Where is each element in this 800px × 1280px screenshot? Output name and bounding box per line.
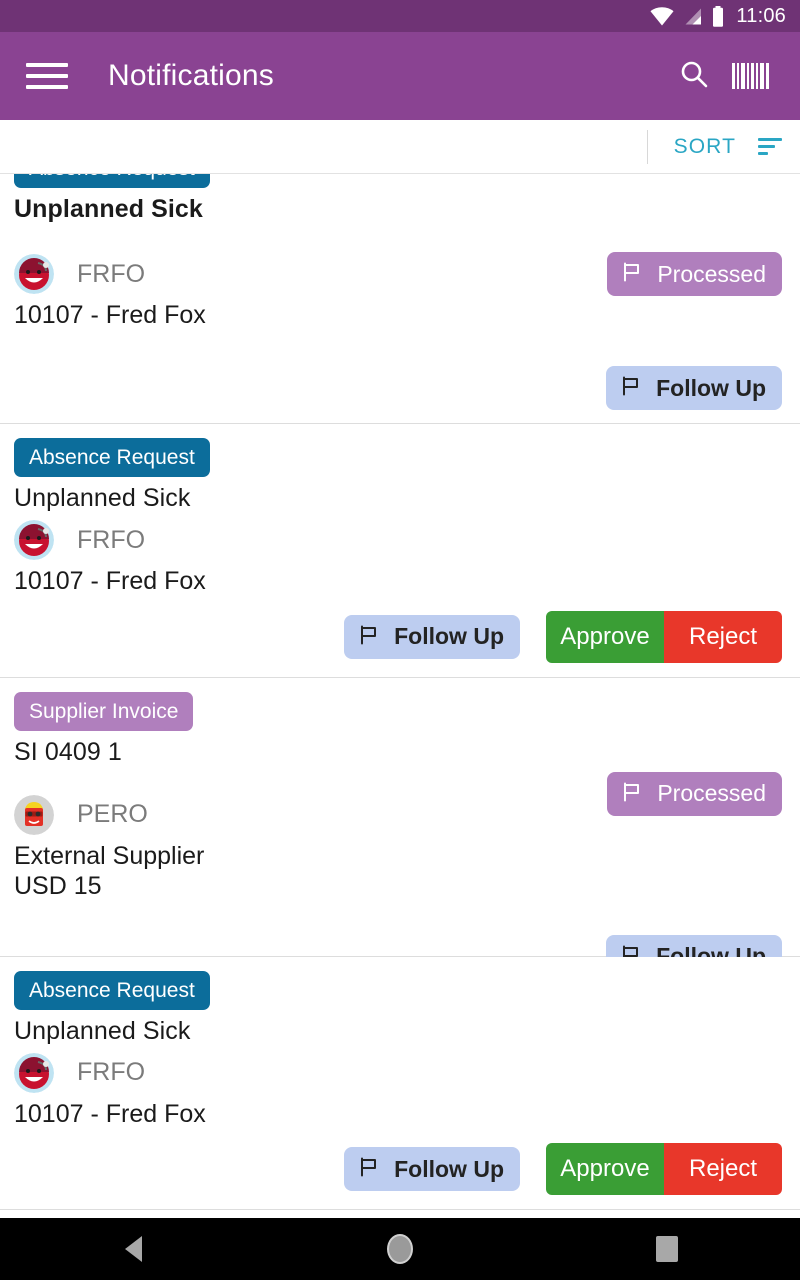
card-subtitle: 10107 - Fred Fox — [14, 1099, 206, 1128]
avatar-frfo — [14, 520, 54, 560]
approve-reject-group: Approve Reject — [546, 1143, 782, 1195]
status-bar-clock: 11:06 — [736, 4, 786, 27]
recents-icon — [655, 1236, 678, 1262]
home-icon — [386, 1234, 413, 1264]
divider — [646, 129, 648, 164]
card-subtitle: 10107 - Fred Fox — [14, 567, 206, 595]
card-title: SI 0409 1 — [14, 737, 122, 766]
sort-icon[interactable] — [758, 138, 782, 155]
flag-icon — [360, 1157, 382, 1181]
follow-up-label: Follow Up — [394, 623, 504, 649]
approve-button[interactable]: Approve — [546, 610, 664, 663]
status-badge: Absence Request — [14, 970, 210, 1010]
person-code: FRFO — [77, 525, 146, 554]
avatar-pero — [14, 794, 54, 835]
card-person: FRFO — [14, 520, 784, 560]
reject-button[interactable]: Reject — [664, 1143, 782, 1195]
status-badge: Supplier Invoice — [14, 691, 194, 731]
processed-label: Processed — [657, 260, 766, 287]
sort-bar: SORT — [0, 120, 800, 174]
notification-list[interactable]: Absence Request Unplanned Sick Processed — [0, 174, 800, 1210]
follow-up-label: Follow Up — [656, 374, 766, 401]
barcode-scan-icon — [731, 63, 769, 89]
card-title: Unplanned Sick — [14, 195, 203, 223]
notification-card[interactable]: Supplier Invoice SI 0409 1 Processed PER… — [0, 677, 800, 979]
recents-button[interactable] — [607, 1236, 727, 1262]
card-person: FRFO — [14, 1052, 784, 1093]
back-icon — [124, 1236, 142, 1262]
avatar-frfo — [14, 1052, 54, 1093]
processed-label: Processed — [657, 780, 766, 806]
notification-card[interactable]: Absence Request Unplanned Sick FRFO 1010… — [0, 956, 800, 1210]
badge-clipped-container: Absence Request — [14, 174, 784, 188]
avatar-frfo — [14, 254, 54, 294]
card-actions: Follow Up Approve Reject — [0, 597, 800, 677]
page-title: Notifications — [108, 59, 275, 92]
person-code: PERO — [77, 800, 148, 828]
person-code: FRFO — [77, 1058, 146, 1086]
barcode-scan-button[interactable] — [722, 63, 778, 89]
signal-icon — [683, 7, 703, 26]
processed-button[interactable]: Processed — [607, 252, 782, 296]
status-bar: 11:06 — [0, 0, 800, 32]
back-button[interactable] — [73, 1236, 193, 1262]
flag-icon — [622, 376, 644, 400]
card-subtitle-line2: USD 15 — [14, 872, 102, 900]
card-subtitle-line1: External Supplier — [14, 841, 205, 870]
wifi-icon — [650, 6, 674, 26]
battery-icon — [712, 5, 724, 27]
search-button[interactable] — [666, 59, 722, 94]
follow-up-button[interactable]: Follow Up — [606, 366, 782, 410]
approve-reject-group: Approve Reject — [546, 610, 782, 663]
processed-button[interactable]: Processed — [607, 771, 782, 816]
person-code: FRFO — [77, 259, 146, 288]
card-title: Unplanned Sick — [14, 484, 191, 512]
status-badge: Absence Request — [14, 174, 210, 188]
flag-icon — [623, 262, 645, 286]
card-title: Unplanned Sick — [14, 1016, 191, 1045]
follow-up-button[interactable]: Follow Up — [344, 1147, 520, 1191]
search-icon — [679, 59, 709, 94]
card-actions: Follow Up Approve Reject — [0, 1129, 800, 1209]
flag-icon — [360, 625, 382, 649]
follow-up-button[interactable]: Follow Up — [344, 614, 520, 659]
notification-card[interactable]: Absence Request Unplanned Sick Processed — [0, 174, 800, 424]
status-badge: Absence Request — [14, 438, 210, 477]
approve-button[interactable]: Approve — [546, 1143, 664, 1195]
notification-card[interactable]: Absence Request Unplanned Sick FRFO 1010… — [0, 424, 800, 678]
flag-icon — [623, 782, 645, 806]
app-bar: Notifications — [0, 32, 800, 120]
hamburger-menu-icon[interactable] — [26, 59, 68, 93]
android-navigation-bar — [0, 1218, 800, 1280]
reject-button[interactable]: Reject — [664, 610, 782, 663]
follow-up-label: Follow Up — [394, 1155, 504, 1182]
card-subtitle: 10107 - Fred Fox — [14, 301, 206, 329]
home-button[interactable] — [340, 1234, 460, 1264]
sort-button[interactable]: SORT — [674, 135, 736, 159]
